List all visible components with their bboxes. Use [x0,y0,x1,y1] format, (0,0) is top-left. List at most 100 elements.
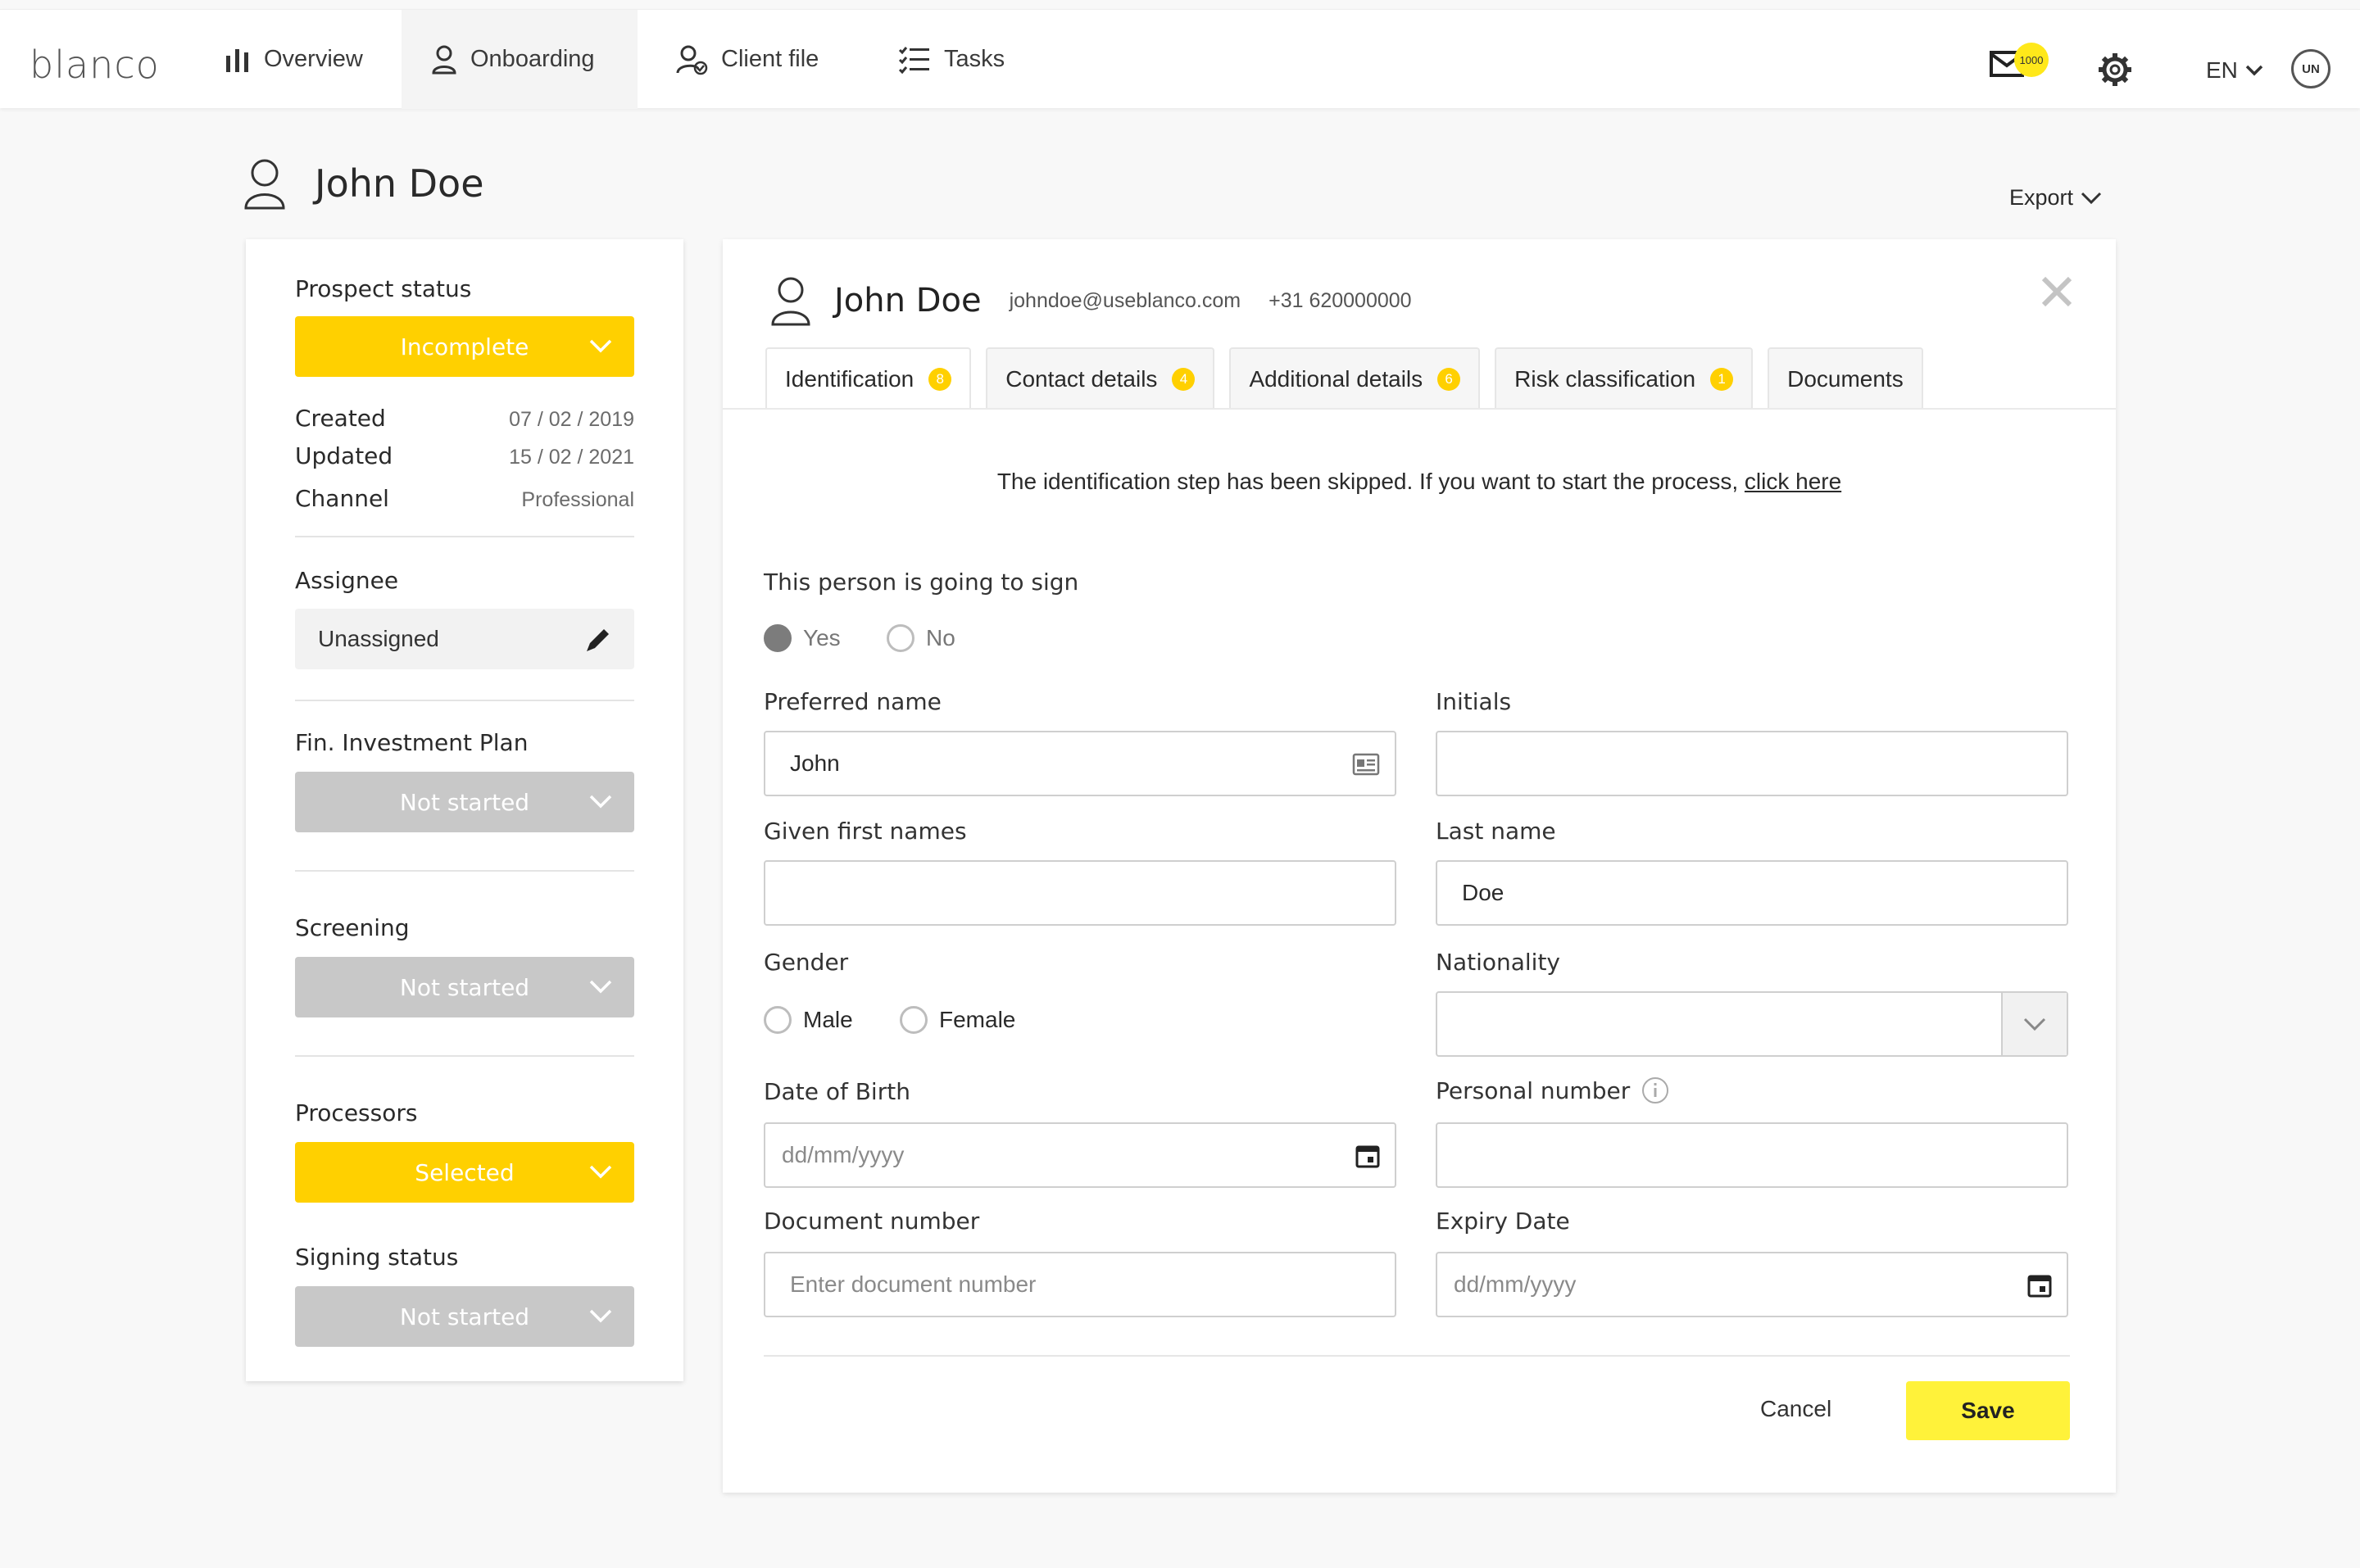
notification-count-badge[interactable]: 1000 [2014,43,2049,77]
cancel-button[interactable]: Cancel [1760,1396,1831,1422]
gender-male-label: Male [803,1007,853,1032]
screening-select[interactable]: Not started [295,957,634,1017]
preferred-name-input[interactable]: John [764,731,1396,796]
tab-count-badge: 1 [1710,368,1734,391]
radio-selected[interactable] [764,624,792,652]
chevron-down-icon [2245,65,2263,76]
processors-value: Selected [415,1158,515,1186]
prospect-status-select[interactable]: Incomplete [295,316,634,377]
prospect-status-value: Incomplete [400,333,529,360]
user-check-icon [676,45,708,75]
tab-label: Contact details [1005,366,1158,392]
sign-no-label: No [926,625,955,650]
channel-row: Channel Professional [295,485,634,512]
save-button[interactable]: Save [1906,1381,2070,1440]
nav-onboarding[interactable]: Onboarding [402,10,638,109]
assignee-field[interactable]: Unassigned [295,609,634,669]
bar-chart-icon [226,48,248,72]
dob-input[interactable]: dd/mm/yyyy [764,1122,1396,1188]
nationality-select[interactable] [1436,991,2068,1057]
signing-status-value: Not started [399,1303,530,1330]
gender-label: Gender [764,949,849,976]
close-icon[interactable] [2040,275,2073,308]
id-card-icon[interactable] [1352,752,1380,777]
user-icon [432,45,456,74]
prospect-status-label: Prospect status [295,275,472,302]
dob-label: Date of Birth [764,1078,910,1105]
processors-select[interactable]: Selected [295,1142,634,1203]
preferred-name-label: Preferred name [764,688,942,715]
initials-input[interactable] [1436,731,2068,796]
info-icon[interactable] [1641,1076,1669,1104]
sign-no-option[interactable]: No [887,624,955,652]
document-number-placeholder: Enter document number [790,1271,1037,1297]
updated-row: Updated 15 / 02 / 2021 [295,442,634,469]
signing-status-select[interactable]: Not started [295,1286,634,1347]
chevron-down-icon [2081,192,2102,204]
nationality-label: Nationality [1436,949,1561,976]
tab-risk-classification[interactable]: Risk classification 1 [1495,347,1754,410]
person-email: johndoe@useblanco.com [1009,288,1241,312]
tab-label: Risk classification [1514,366,1696,392]
screening-value: Not started [399,973,530,1001]
updated-value: 15 / 02 / 2021 [509,446,634,469]
identification-notice: The identification step has been skipped… [723,469,2116,495]
tab-count-badge: 6 [1437,368,1461,391]
personal-number-label-text: Personal number [1436,1076,1631,1104]
notice-text: The identification step has been skipped… [996,469,1739,494]
gender-male-option[interactable]: Male [764,1006,853,1034]
tab-documents[interactable]: Documents [1768,347,1923,410]
tab-contact-details[interactable]: Contact details 4 [986,347,1215,410]
updated-label: Updated [295,442,393,469]
fip-select[interactable]: Not started [295,772,634,832]
personal-number-input[interactable] [1436,1122,2068,1188]
gender-female-option[interactable]: Female [900,1006,1015,1034]
initials-label: Initials [1436,688,1512,715]
gender-female-label: Female [939,1007,1016,1032]
tab-count-badge: 4 [1172,368,1196,391]
start-process-link[interactable]: click here [1745,469,1841,494]
channel-value: Professional [521,488,634,511]
tab-identification[interactable]: Identification 8 [765,347,972,410]
tab-label: Documents [1787,366,1904,392]
nationality-dropdown-button[interactable] [2001,993,2067,1055]
export-label: Export [2009,185,2074,210]
tab-additional-details[interactable]: Additional details 6 [1229,347,1481,410]
radio-unselected[interactable] [887,624,914,652]
radio-unselected[interactable] [900,1006,928,1034]
given-names-label: Given first names [764,818,967,845]
chevron-down-icon [2023,1017,2046,1031]
language-selector[interactable]: EN [2206,57,2264,84]
last-name-input[interactable]: Doe [1436,860,2068,926]
calendar-icon[interactable] [2027,1273,2052,1298]
radio-unselected[interactable] [764,1006,792,1034]
chevron-down-icon [589,980,612,994]
chevron-down-icon [589,795,612,809]
user-icon [771,277,810,326]
tabs-divider [723,408,2116,410]
document-number-input[interactable]: Enter document number [764,1252,1396,1317]
nav-client-file[interactable]: Client file [646,10,867,109]
nav-overview[interactable]: Overview [195,10,402,109]
nav-tasks[interactable]: Tasks [869,10,1049,109]
user-avatar[interactable]: UN [2291,49,2330,88]
divider [295,1055,634,1057]
person-phone: +31 620000000 [1268,288,1412,312]
fip-value: Not started [399,788,530,816]
expiry-date-input[interactable]: dd/mm/yyyy [1436,1252,2068,1317]
pencil-icon[interactable] [583,625,613,655]
export-dropdown[interactable]: Export [2009,185,2103,211]
blanco-logo[interactable]: blanco [30,43,160,87]
tab-label: Additional details [1249,366,1423,392]
chevron-down-icon [589,1165,612,1179]
detail-tabs: Identification 8 Contact details 4 Addit… [765,347,1923,410]
given-names-input[interactable] [764,860,1396,926]
nav-overview-label: Overview [264,46,363,72]
sign-yes-option[interactable]: Yes [764,624,841,652]
chevron-down-icon [589,339,612,353]
gear-icon[interactable] [2098,52,2132,91]
chevron-down-icon [589,1309,612,1323]
sign-question-label: This person is going to sign [764,569,1079,596]
calendar-icon[interactable] [1355,1144,1380,1168]
created-label: Created [295,405,386,432]
